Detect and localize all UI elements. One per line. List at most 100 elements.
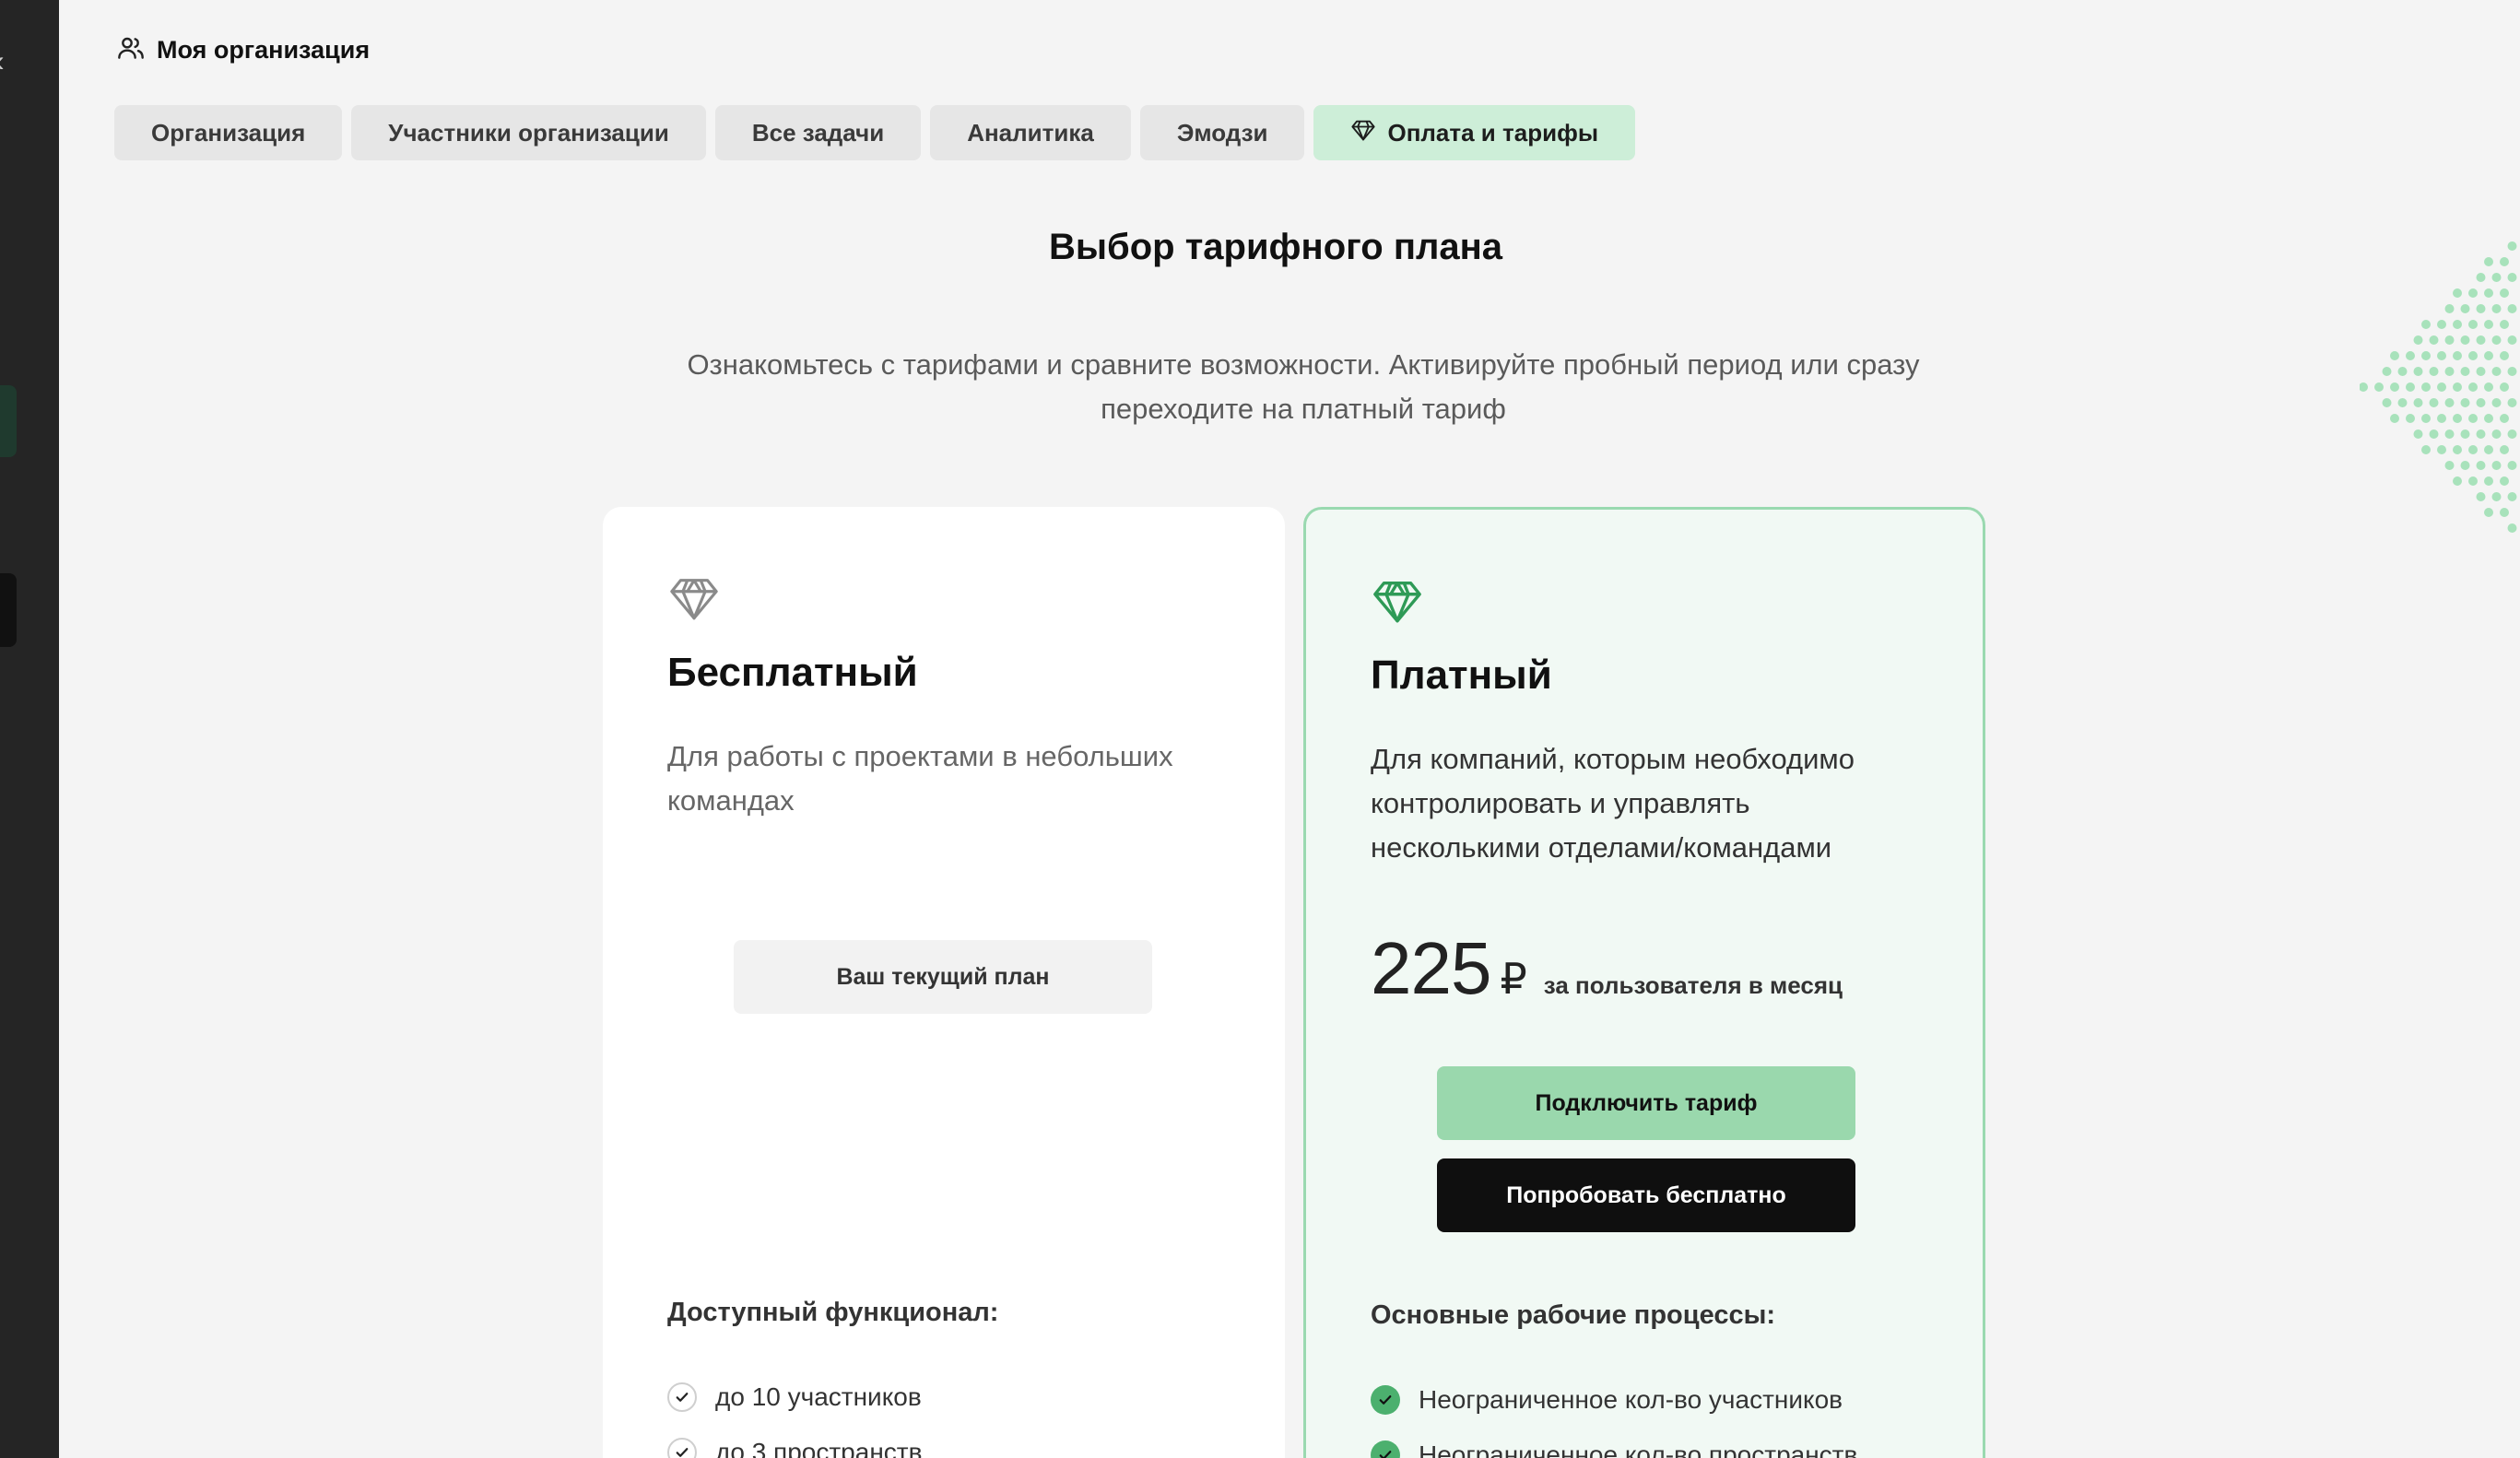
tab-all-tasks[interactable]: Все задачи	[714, 105, 922, 160]
decorative-dot	[2397, 398, 2408, 407]
decorative-dot	[2453, 288, 2462, 298]
sidebar-item[interactable]	[0, 573, 17, 647]
users-icon	[116, 33, 146, 67]
decorative-dot	[2444, 304, 2455, 313]
decorative-dot	[2444, 367, 2455, 376]
decorative-dot	[2406, 382, 2415, 392]
diamond-icon	[1371, 581, 1424, 631]
decorative-dot	[2429, 429, 2439, 439]
price-value: 225	[1371, 927, 1491, 1009]
decorative-dot	[2460, 461, 2470, 470]
feature-item: до 10 участников	[667, 1370, 922, 1425]
decorative-dot	[2421, 382, 2431, 392]
decorative-dot	[2360, 382, 2368, 392]
feature-item: Неограниченное кол-во пространств	[1371, 1428, 1857, 1458]
decorative-dot	[2476, 492, 2486, 501]
decorative-dot	[2406, 414, 2415, 423]
decorative-dot	[2421, 351, 2431, 360]
decorative-dot	[2476, 367, 2486, 376]
decorative-dot	[2484, 508, 2493, 517]
decorative-dot	[2484, 320, 2493, 329]
feature-label: Неограниченное кол-во участников	[1419, 1385, 1843, 1414]
decorative-dot	[2413, 398, 2423, 407]
decorative-dot	[2429, 335, 2439, 345]
decorative-dot	[2468, 288, 2478, 298]
sidebar: ‹	[0, 0, 59, 1458]
decorative-dot	[2437, 414, 2446, 423]
plan-card-free: Бесплатный Для работы с проектами в небо…	[603, 507, 1285, 1458]
decorative-dot	[2484, 257, 2493, 266]
decorative-dot	[2500, 445, 2509, 454]
tab-label: Аналитика	[967, 118, 1094, 147]
connect-plan-button[interactable]: Подключить тариф	[1437, 1066, 1855, 1140]
decorative-dot	[2460, 367, 2470, 376]
decorative-dot	[2507, 304, 2517, 313]
decorative-dot	[2453, 476, 2462, 486]
decorative-dot	[2500, 476, 2509, 486]
decorative-dot	[2468, 414, 2478, 423]
plan-description: Для работы с проектами в небольших коман…	[667, 740, 1173, 817]
decorative-dot	[2453, 351, 2462, 360]
decorative-dot	[2468, 320, 2478, 329]
decorative-dot	[2476, 304, 2486, 313]
decorative-dot	[2468, 382, 2478, 392]
decorative-dot	[2507, 367, 2517, 376]
decorative-dot	[2444, 398, 2455, 407]
collapse-sidebar-icon[interactable]: ‹	[0, 46, 5, 76]
decorative-dot	[2507, 335, 2517, 345]
decorative-dot	[2507, 492, 2517, 501]
feature-item: Неограниченное кол-во участников	[1371, 1372, 1857, 1428]
decorative-dot	[2437, 351, 2446, 360]
check-icon	[667, 1382, 697, 1412]
decorative-dot	[2406, 351, 2415, 360]
sidebar-active-item[interactable]	[0, 385, 17, 457]
tab-emoji[interactable]: Эмодзи	[1139, 105, 1305, 160]
decorative-dot	[2429, 367, 2439, 376]
decorative-dot	[2453, 414, 2462, 423]
check-icon	[1371, 1385, 1400, 1415]
decorative-dot	[2500, 414, 2509, 423]
tab-label: Все задачи	[751, 118, 885, 147]
decorative-dot	[2484, 414, 2493, 423]
tab-members[interactable]: Участники организации	[351, 105, 706, 160]
decorative-dot	[2491, 273, 2502, 282]
decorative-dot	[2507, 523, 2517, 533]
decorative-dot	[2507, 461, 2517, 470]
decorative-dot	[2500, 257, 2509, 266]
tab-billing[interactable]: Оплата и тарифы	[1313, 105, 1636, 160]
decorative-dot	[2476, 429, 2486, 439]
decorative-dot	[2507, 273, 2517, 282]
try-free-button[interactable]: Попробовать бесплатно	[1437, 1158, 1855, 1232]
tab-label: Эмодзи	[1176, 118, 1268, 147]
decorative-dot	[2491, 367, 2502, 376]
tab-label: Участники организации	[388, 118, 669, 147]
tab-analytics[interactable]: Аналитика	[930, 105, 1131, 160]
decorative-dot	[2491, 304, 2502, 313]
decorative-dot	[2500, 351, 2509, 360]
price-note: за пользователя в месяц	[1543, 971, 1843, 999]
plan-name: Бесплатный	[667, 650, 918, 695]
decorative-dot	[2507, 429, 2517, 439]
tab-organization[interactable]: Организация	[114, 105, 343, 160]
org-header: Моя организация	[116, 33, 370, 67]
decorative-dot	[2476, 273, 2486, 282]
plan-description: Для компаний, которым необходимо контрол…	[1371, 743, 1855, 864]
check-icon	[667, 1438, 697, 1458]
decorative-dot	[2444, 335, 2455, 345]
decorative-dot	[2429, 398, 2439, 407]
org-title: Моя организация	[157, 36, 371, 64]
decorative-dot	[2413, 335, 2423, 345]
feature-list: Неограниченное кол-во участников Неогран…	[1371, 1372, 1857, 1458]
price-currency: ₽	[1500, 955, 1527, 1003]
feature-label: до 10 участников	[715, 1382, 922, 1411]
page-subtitle: Ознакомьтесь с тарифами и сравните возмо…	[687, 348, 1920, 425]
decorative-dot	[2444, 461, 2455, 470]
decorative-dot	[2390, 351, 2399, 360]
decorative-dot	[2476, 398, 2486, 407]
decorative-dot	[2491, 398, 2502, 407]
features-title: Доступный функционал:	[667, 1298, 999, 1327]
decorative-dot	[2507, 398, 2517, 407]
decorative-dot	[2491, 429, 2502, 439]
page-title: Выбор тарифного плана	[1048, 227, 1503, 267]
decorative-dot	[2460, 398, 2470, 407]
